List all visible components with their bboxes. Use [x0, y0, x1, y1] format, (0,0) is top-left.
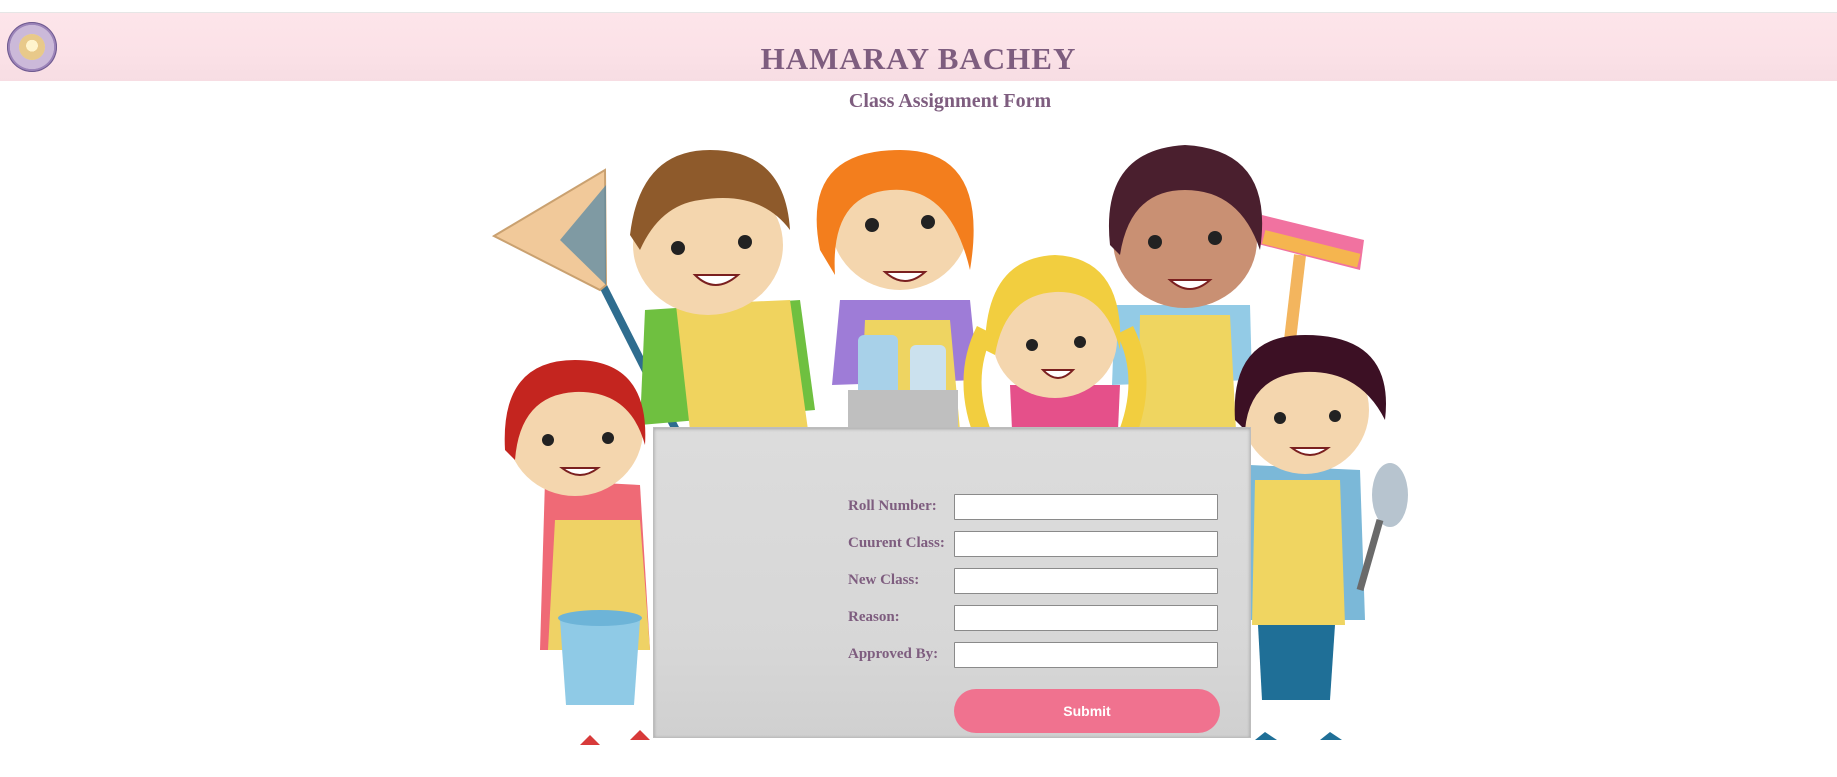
new-class-label: New Class:: [848, 572, 920, 588]
kid-red: [504, 360, 650, 745]
new-class-input[interactable]: [954, 568, 1218, 594]
current-class-input[interactable]: [954, 531, 1218, 557]
approved-by-input[interactable]: [954, 642, 1218, 668]
approved-by-label: Approved By:: [848, 646, 939, 662]
brush-icon: [1258, 215, 1364, 341]
kid-purple: [816, 150, 978, 430]
reason-input[interactable]: [954, 605, 1218, 631]
current-class-label: Cuurent Class:: [848, 535, 945, 551]
roll-number-input[interactable]: [954, 494, 1218, 520]
submit-button[interactable]: Submit: [954, 689, 1220, 733]
kid-pink: [963, 255, 1147, 444]
kid-right: [1234, 335, 1408, 740]
reason-label: Reason:: [848, 609, 900, 625]
kid-green: [630, 150, 815, 430]
roll-number-label: Roll Number:: [848, 498, 937, 514]
